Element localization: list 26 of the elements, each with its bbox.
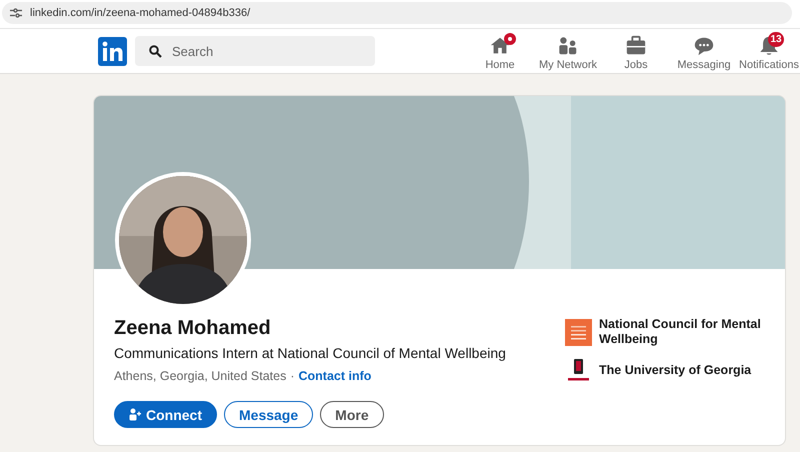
- contact-info-link[interactable]: Contact info: [298, 369, 372, 383]
- nav-item[interactable]: Messaging: [670, 31, 738, 71]
- site-settings-icon[interactable]: [10, 8, 22, 18]
- logo-icon[interactable]: [98, 36, 127, 66]
- organization-link[interactable]: The University of Georgia: [565, 357, 765, 384]
- search-icon: [149, 45, 162, 58]
- add-person-icon: [129, 408, 141, 421]
- profile-action-button[interactable]: Message: [224, 401, 314, 428]
- briefcase-icon: [625, 35, 647, 57]
- profile-name: Zeena Mohamed: [114, 316, 272, 341]
- address-field[interactable]: linkedin.com/in/zeena-mohamed-04894b336/: [30, 7, 250, 19]
- nav-item[interactable]: Notifications 13: [738, 31, 800, 71]
- search-field[interactable]: Search: [135, 36, 375, 66]
- people-icon: [557, 35, 579, 57]
- profile-action-button[interactable]: Connect: [114, 401, 217, 428]
- nav-item[interactable]: Home: [466, 31, 534, 71]
- chat-bubble-icon: [693, 35, 715, 57]
- headline: Communications Intern at National Council of Mental Wellbeing: [114, 344, 507, 363]
- location: Athens, Georgia, United States: [114, 369, 286, 383]
- nav-item[interactable]: My Network: [534, 31, 602, 71]
- separator: ·: [290, 369, 294, 383]
- count-badge: 13: [768, 32, 784, 47]
- nav-item[interactable]: Jobs: [602, 31, 670, 71]
- profile-action-button[interactable]: More: [320, 401, 384, 428]
- organization-link[interactable]: National Council for Mental Wellbeing: [565, 317, 765, 347]
- company-logo-icon: [565, 318, 592, 346]
